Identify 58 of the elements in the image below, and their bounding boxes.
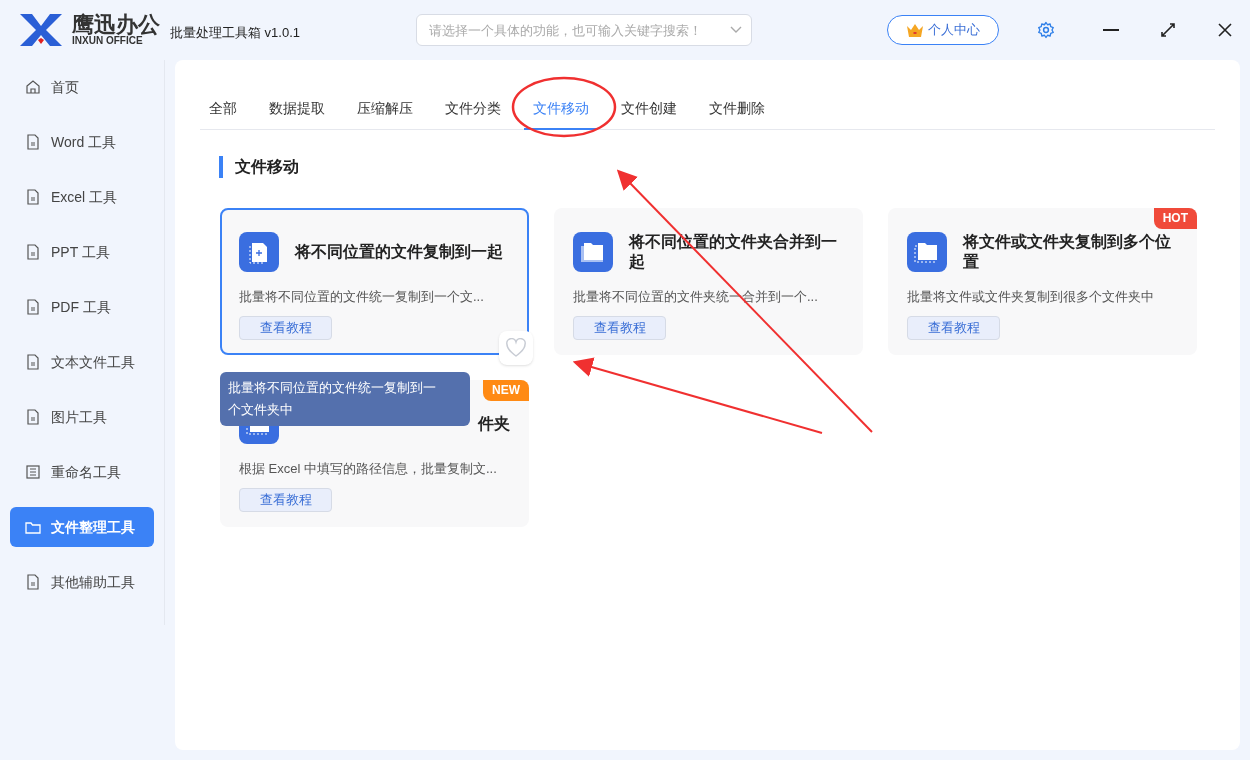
document-icon xyxy=(25,189,41,205)
settings-icon[interactable] xyxy=(1037,21,1056,39)
sidebar-item[interactable]: PDF 工具 xyxy=(10,287,154,327)
tool-card[interactable]: 将不同位置的文件复制到一起 批量将不同位置的文件统一复制到一个文... 查看教程 xyxy=(220,208,529,355)
folder-icon xyxy=(907,232,947,272)
heart-icon xyxy=(505,338,527,358)
tutorial-button[interactable]: 查看教程 xyxy=(907,315,1000,340)
badge: HOT xyxy=(1153,208,1197,229)
card-description: 批量将不同位置的文件统一复制到一个文... xyxy=(239,288,485,306)
sidebar-item[interactable]: 首页 xyxy=(10,67,154,107)
logo-text: 鹰迅办公 xyxy=(72,14,160,36)
section-title: 文件移动 xyxy=(235,157,299,177)
tutorial-button[interactable]: 查看教程 xyxy=(239,487,332,512)
document-icon xyxy=(25,409,41,425)
list-icon xyxy=(25,464,41,480)
sidebar-item[interactable]: Word 工具 xyxy=(10,122,154,162)
folder-icon xyxy=(239,426,279,444)
tutorial-button[interactable]: 查看教程 xyxy=(239,315,332,340)
home-icon xyxy=(25,79,41,95)
personal-center-button[interactable]: 个人中心 xyxy=(887,15,1000,45)
section-marker xyxy=(219,156,223,178)
app-title: 批量处理工具箱 v1.0.1 xyxy=(170,24,301,43)
tooltip: 批量将不同位置的文件统一复制到一个文件夹中 xyxy=(220,372,470,426)
minimize-icon[interactable] xyxy=(1103,29,1120,31)
card-title: 件夹 xyxy=(476,414,510,434)
sidebar-item[interactable]: 文件整理工具 xyxy=(10,507,154,547)
card-title: 将不同位置的文件复制到一起 xyxy=(295,242,504,262)
document-icon xyxy=(25,354,41,370)
tab[interactable]: 文件分类 xyxy=(436,90,510,130)
sidebar-item[interactable]: Excel 工具 xyxy=(10,177,154,217)
sidebar-item[interactable]: 其他辅助工具 xyxy=(10,562,154,602)
maximize-icon[interactable] xyxy=(1161,23,1176,37)
tab[interactable]: 压缩解压 xyxy=(348,90,422,130)
tab[interactable]: 文件创建 xyxy=(612,90,686,130)
tab[interactable]: 全部 xyxy=(200,90,246,130)
file-icon xyxy=(239,232,279,272)
tab[interactable]: 数据提取 xyxy=(260,90,334,130)
sidebar-item[interactable]: 图片工具 xyxy=(10,397,154,437)
sidebar-item[interactable]: 文本文件工具 xyxy=(10,342,154,382)
close-icon[interactable] xyxy=(1218,23,1233,37)
card-title: 将文件或文件夹复制到多个位置 xyxy=(963,232,1172,272)
tool-card[interactable]: 将文件或文件夹复制到多个位置 批量将文件或文件夹复制到很多个文件夹中 查看教程 HOT xyxy=(888,208,1197,355)
tutorial-button[interactable]: 查看教程 xyxy=(573,315,666,340)
sidebar-item[interactable]: 重命名工具 xyxy=(10,452,154,492)
card-description: 批量将文件或文件夹复制到很多个文件夹中 xyxy=(907,288,1155,306)
tab[interactable]: 文件删除 xyxy=(700,90,774,130)
card-description: 根据 Excel 中填写的路径信息，批量复制文... xyxy=(239,460,498,478)
document-icon xyxy=(25,574,41,590)
document-icon xyxy=(25,134,41,150)
badge: NEW xyxy=(483,380,529,401)
folder-icon xyxy=(573,232,613,272)
logo-icon xyxy=(18,12,64,48)
sidebar-item[interactable]: PPT 工具 xyxy=(10,232,154,272)
logo-subtitle: INXUN OFFICE xyxy=(72,36,143,46)
document-icon xyxy=(25,299,41,315)
document-icon xyxy=(25,244,41,260)
crown-icon xyxy=(906,22,925,38)
folder-icon xyxy=(25,519,41,535)
